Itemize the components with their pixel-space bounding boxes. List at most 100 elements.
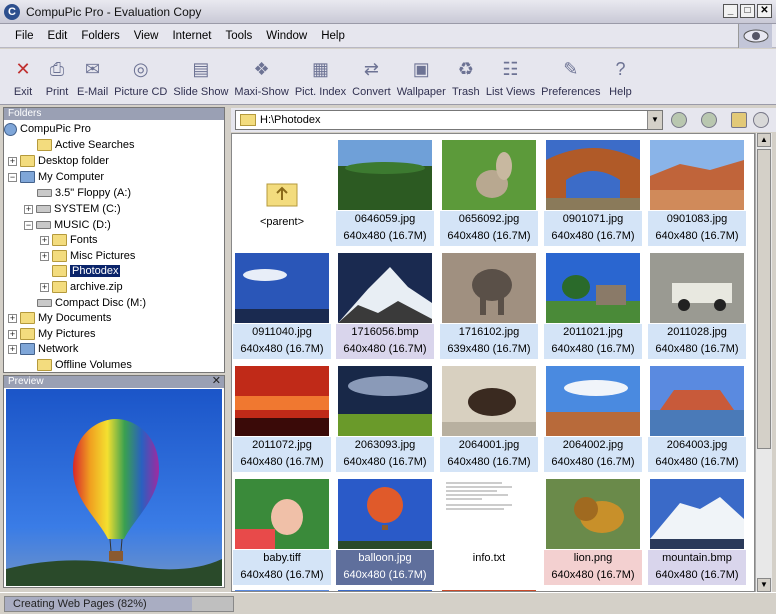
menu-help[interactable]: Help: [314, 30, 352, 42]
expand-icon[interactable]: +: [24, 204, 33, 214]
tree-item-label: archive.zip: [70, 281, 123, 293]
toolbar-button-label: Wallpaper: [396, 86, 446, 98]
thumbnail-item[interactable]: 0656092.jpg 640x480 (16.7M): [440, 138, 538, 246]
menu-edit[interactable]: Edit: [41, 30, 75, 42]
toolbar-maxi-show-button[interactable]: ❖ Maxi-Show: [231, 49, 291, 99]
thumbnail-caption: 0911040.jpg 640x480 (16.7M): [233, 324, 331, 359]
thumbnail-caption: <parent>: [233, 214, 331, 249]
toolbar-help-button[interactable]: ? Help: [603, 49, 637, 99]
thumbnail-item[interactable]: 2064002.jpg 640x480 (16.7M): [544, 364, 642, 472]
thumbnail-filename: 2063093.jpg: [354, 439, 416, 451]
tree-item-label: Offline Volumes: [55, 359, 132, 371]
thumbnail-item[interactable]: 1716102.jpg 639x480 (16.7M): [440, 251, 538, 359]
path-dropdown-button[interactable]: ▼: [647, 111, 662, 129]
forward-icon[interactable]: [701, 112, 717, 128]
thumbnail-item[interactable]: mountain.bmp 640x480 (16.7M): [648, 477, 746, 585]
scroll-down-icon[interactable]: ▼: [757, 578, 771, 592]
maximize-button[interactable]: □: [740, 4, 755, 18]
app-icon: C: [4, 3, 20, 20]
menu-folders[interactable]: Folders: [74, 30, 126, 42]
menu-file[interactable]: File: [8, 30, 41, 42]
path-input[interactable]: H:\Photodex ▼: [235, 110, 663, 130]
toolbar-preferences-button[interactable]: ✎ Preferences: [538, 49, 603, 99]
tree-item[interactable]: + archive.zip: [40, 279, 123, 295]
menu-internet[interactable]: Internet: [165, 30, 218, 42]
thumbnail-item[interactable]: 2064001.jpg 640x480 (16.7M): [440, 364, 538, 472]
toolbar-trash-button[interactable]: ♻ Trash: [449, 49, 483, 99]
menu-tools[interactable]: Tools: [218, 30, 259, 42]
thumbnail-dimensions: 640x480 (16.7M): [240, 456, 324, 468]
thumbnail-item[interactable]: <parent>: [233, 138, 331, 249]
search-folder-icon: [37, 139, 52, 151]
expand-icon[interactable]: +: [8, 329, 17, 339]
close-preview-icon[interactable]: ✕: [212, 375, 221, 387]
tree-item[interactable]: Active Searches: [37, 137, 134, 153]
tree-item[interactable]: + Fonts: [40, 232, 98, 248]
thumbnail-item[interactable]: 1716056.bmp 640x480 (16.7M): [336, 251, 434, 359]
thumbnail-item[interactable]: 2064003.jpg 640x480 (16.7M): [648, 364, 746, 472]
thumbnail-item[interactable]: 0911040.jpg 640x480 (16.7M): [233, 251, 331, 359]
window-title: CompuPic Pro - Evaluation Copy: [26, 4, 202, 19]
expand-icon[interactable]: +: [40, 251, 49, 261]
toolbar-slide-show-button[interactable]: ▤ Slide Show: [170, 49, 231, 99]
thumbnail-caption: 2064001.jpg 640x480 (16.7M): [440, 437, 538, 472]
tree-item[interactable]: 3.5" Floppy (A:): [37, 185, 131, 201]
tree-item[interactable]: + My Pictures: [8, 326, 95, 342]
tree-item[interactable]: + Network: [8, 341, 78, 357]
thumbnail-item[interactable]: 2063093.jpg 640x480 (16.7M): [336, 364, 434, 472]
expand-icon[interactable]: +: [8, 313, 17, 323]
tree-item[interactable]: − My Computer: [8, 169, 104, 185]
tree-item[interactable]: Offline Volumes: [37, 357, 132, 372]
thumbnail-item[interactable]: balloon.jpg 640x480 (16.7M): [336, 477, 434, 585]
tree-item[interactable]: CompuPic Pro: [4, 121, 91, 137]
toolbar-convert-button[interactable]: ⇄ Convert: [349, 49, 394, 99]
thumbnail-caption: 2064002.jpg 640x480 (16.7M): [544, 437, 642, 472]
scroll-up-icon[interactable]: ▲: [757, 133, 771, 147]
thumbnail-image: [650, 140, 744, 210]
tree-item-label: SYSTEM (C:): [54, 203, 121, 215]
close-button[interactable]: ✕: [757, 4, 772, 18]
thumbnail-filename: balloon.jpg: [358, 552, 412, 564]
toolbar-exit-button[interactable]: ✕ Exit: [6, 49, 40, 99]
thumbnail-caption: 0901071.jpg 640x480 (16.7M): [544, 211, 642, 246]
back-icon[interactable]: [671, 112, 687, 128]
thumbnail-item[interactable]: 0901071.jpg 640x480 (16.7M): [544, 138, 642, 246]
tree-item[interactable]: + SYSTEM (C:): [24, 201, 121, 217]
tree-item[interactable]: − MUSIC (D:): [24, 217, 111, 233]
thumbnail-item[interactable]: lion.png 640x480 (16.7M): [544, 477, 642, 585]
toolbar-e-mail-button[interactable]: ✉ E-Mail: [74, 49, 111, 99]
exit-icon: ✕: [15, 58, 31, 79]
tree-item[interactable]: Photodex: [52, 263, 121, 279]
thumbnail-item[interactable]: baby.tiff 640x480 (16.7M): [233, 477, 331, 585]
toolbar-picture-cd-button[interactable]: ◎ Picture CD: [111, 49, 170, 99]
toolbar-wallpaper-button[interactable]: ▣ Wallpaper: [394, 49, 449, 99]
toolbar-pict-index-button[interactable]: ▦ Pict. Index: [292, 49, 349, 99]
thumbnail-item[interactable]: 2011072.jpg 640x480 (16.7M): [233, 364, 331, 472]
thumbnail-item[interactable]: 2011028.jpg 640x480 (16.7M): [648, 251, 746, 359]
tree-item[interactable]: Compact Disc (M:): [37, 295, 146, 311]
vertical-scrollbar[interactable]: ▲ ▼: [755, 133, 772, 592]
minimize-button[interactable]: _: [723, 4, 738, 18]
zip-icon: [52, 281, 67, 293]
tree-item[interactable]: + Desktop folder: [8, 153, 109, 169]
thumbnail-item[interactable]: info.txt: [440, 477, 538, 585]
toolbar-print-button[interactable]: ⎙ Print: [40, 49, 74, 99]
expand-icon[interactable]: +: [8, 344, 17, 354]
collapse-icon[interactable]: −: [8, 172, 17, 182]
up-folder-icon[interactable]: [731, 112, 747, 128]
tree-item[interactable]: + Misc Pictures: [40, 248, 135, 264]
collapse-icon[interactable]: −: [24, 220, 33, 230]
expand-icon[interactable]: +: [40, 282, 49, 292]
thumbnail-item[interactable]: 0901083.jpg 640x480 (16.7M): [648, 138, 746, 246]
scrollbar-thumb[interactable]: [757, 149, 771, 449]
thumbnail-item[interactable]: 2011021.jpg 640x480 (16.7M): [544, 251, 642, 359]
menu-view[interactable]: View: [127, 30, 166, 42]
thumbnail-item[interactable]: 0646059.jpg 640x480 (16.7M): [336, 138, 434, 246]
menu-window[interactable]: Window: [259, 30, 314, 42]
thumbnail-filename: info.txt: [472, 552, 506, 564]
expand-icon[interactable]: +: [40, 235, 49, 245]
expand-icon[interactable]: +: [8, 156, 17, 166]
tree-item[interactable]: + My Documents: [8, 310, 111, 326]
toolbar-list-views-button[interactable]: ☷ List Views: [483, 49, 538, 99]
search-icon[interactable]: [753, 112, 769, 128]
